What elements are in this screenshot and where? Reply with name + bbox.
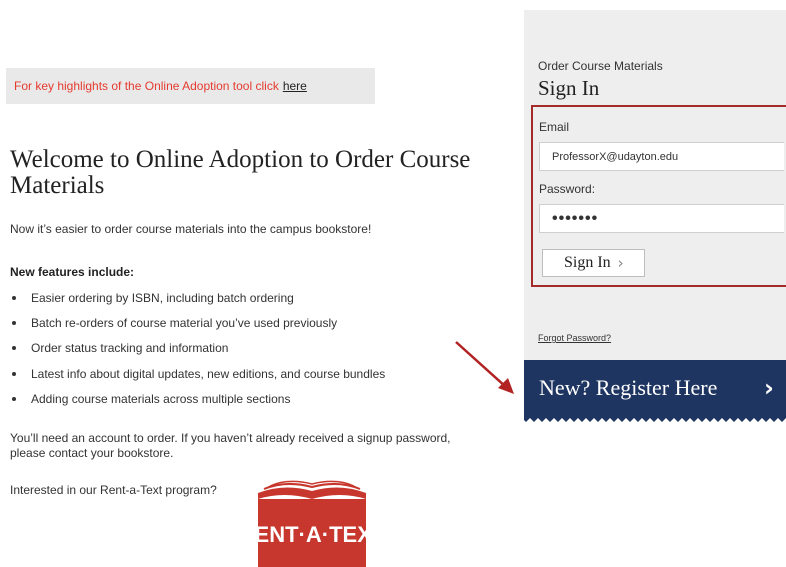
chevron-right-icon: › xyxy=(617,254,624,272)
bullet-icon xyxy=(12,397,16,402)
rent-a-text-logo[interactable]: RENT·A·TEXT xyxy=(254,479,374,567)
list-item: Batch re-orders of course material you’v… xyxy=(10,310,385,335)
email-label: Email xyxy=(539,120,570,134)
register-button[interactable]: New? Register Here › xyxy=(524,360,786,416)
forgot-password-link[interactable]: Forgot Password? xyxy=(538,333,611,343)
list-item: Adding course materials across multiple … xyxy=(10,387,385,412)
rent-note: Interested in our Rent-a-Text program? xyxy=(10,483,217,497)
bullet-icon xyxy=(12,321,16,326)
bullet-icon xyxy=(12,295,16,300)
list-item: Latest info about digital updates, new e… xyxy=(10,361,385,386)
list-item: Easier ordering by ISBN, including batch… xyxy=(10,285,385,310)
features-list: Easier ordering by ISBN, including batch… xyxy=(10,285,385,412)
signin-form: Email ProfessorX@udayton.edu Password: •… xyxy=(531,105,786,287)
highlight-banner: For key highlights of the Online Adoptio… xyxy=(6,68,375,104)
highlight-here-link[interactable]: here xyxy=(283,79,307,93)
register-label: New? Register Here xyxy=(539,375,718,400)
bullet-icon xyxy=(12,371,16,376)
signin-title: Sign In xyxy=(538,76,600,100)
bullet-icon xyxy=(12,346,16,351)
intro-text: Now it’s easier to order course material… xyxy=(10,222,372,236)
signin-button[interactable]: Sign In › xyxy=(542,249,645,277)
register-zigzag-edge xyxy=(524,416,786,422)
highlight-text: For key highlights of the Online Adoptio… xyxy=(14,79,279,93)
book-logo-icon: RENT·A·TEXT xyxy=(254,480,374,567)
signin-panel: Order Course Materials Sign In Email Pro… xyxy=(524,10,786,360)
password-field[interactable]: ••••••• xyxy=(539,204,784,233)
arrow-icon xyxy=(455,341,514,394)
chevron-right-icon: › xyxy=(764,374,774,402)
email-field[interactable]: ProfessorX@udayton.edu xyxy=(539,142,784,171)
signin-button-label: Sign In xyxy=(564,254,611,271)
page-title: Welcome to Online Adoption to Order Cour… xyxy=(10,146,471,199)
password-label: Password: xyxy=(539,182,596,196)
account-note: You’ll need an account to order. If you … xyxy=(10,431,451,460)
signin-subtitle: Order Course Materials xyxy=(538,59,663,73)
logo-text: RENT·A·TEXT xyxy=(254,522,374,547)
list-item: Order status tracking and information xyxy=(10,336,385,361)
features-heading: New features include: xyxy=(10,265,135,279)
